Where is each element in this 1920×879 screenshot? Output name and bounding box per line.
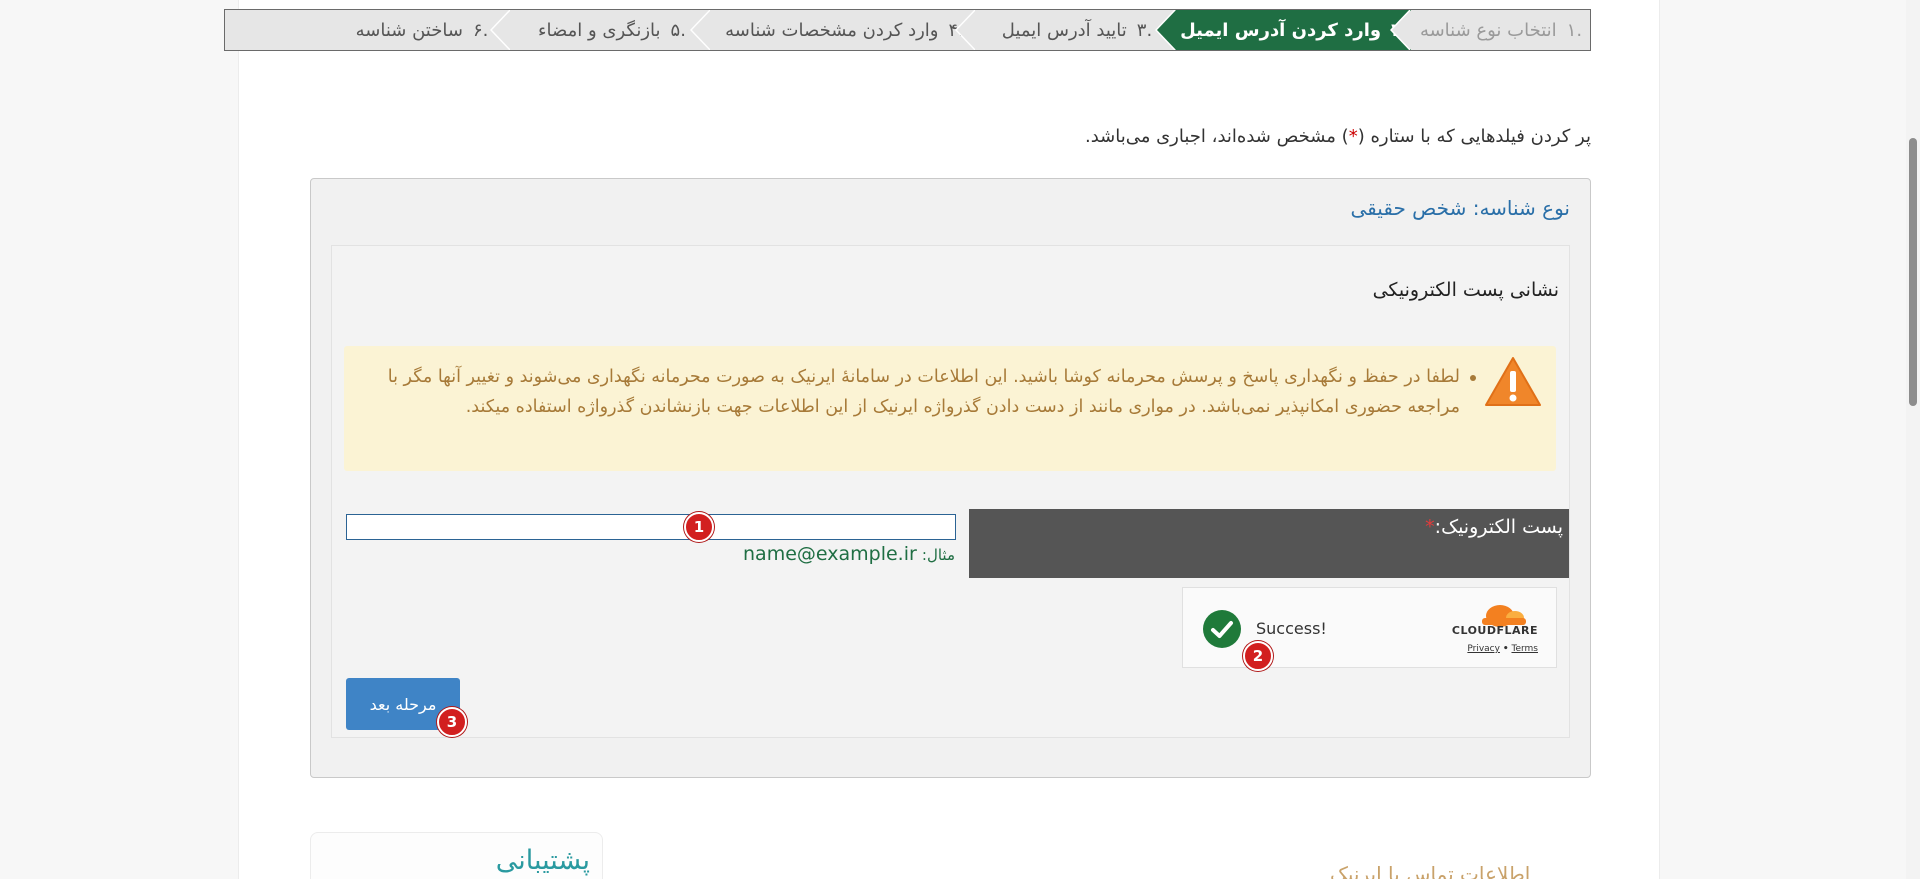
steps-bar: .۱ انتخاب نوع شناسه .۲ وارد کردن آدرس ای… (224, 9, 1591, 51)
step-4-label: وارد کردن مشخصات شناسه (725, 19, 939, 41)
terms-link[interactable]: Terms (1511, 644, 1538, 654)
example-value: name@example.ir (743, 543, 917, 565)
required-fields-note: پر کردن فیلدهایی که با ستاره (*) مشخص شد… (1084, 126, 1591, 147)
marker-2: 2 (1243, 641, 1273, 671)
warning-text: لطفا در حفظ و نگهداری پاسخ و پرسش محرمان… (370, 362, 1476, 422)
step-1-number: .۱ (1566, 19, 1583, 41)
marker-1: 1 (684, 512, 714, 542)
step-5: .۵ بازنگری و امضاء (490, 10, 712, 50)
example-label: مثال: (921, 546, 955, 564)
email-label-cell: پست الکترونیک:* (969, 509, 1569, 578)
support-card: پشتیبانی (310, 832, 603, 879)
step-1-label: انتخاب نوع شناسه (1419, 19, 1557, 41)
support-title: پشتیبانی (495, 845, 590, 876)
section-label: نشانی پست الکترونیکی (1372, 279, 1559, 301)
captcha-status: Success! (1256, 619, 1327, 638)
privacy-link[interactable]: Privacy (1467, 644, 1500, 654)
cloudflare-captcha[interactable]: Success! CLOUDFLARE Privacy • Terms (1182, 587, 1557, 668)
scrollbar[interactable] (1906, 0, 1920, 879)
step-1: .۱ انتخاب نوع شناسه (1390, 10, 1590, 50)
step-6: .۶ ساختن شناسه (332, 10, 512, 50)
marker-3: 3 (437, 707, 467, 737)
step-6-number: .۶ (472, 19, 489, 41)
step-3-number: .۳ (1136, 19, 1153, 41)
email-example: مثال: name@example.ir (743, 543, 955, 565)
step-6-label: ساختن شناسه (355, 19, 463, 41)
success-check-icon (1203, 610, 1241, 648)
step-2-label: وارد کردن آدرس ایمیل (1180, 19, 1382, 41)
required-star: * (1348, 126, 1358, 147)
email-label: پست الکترونیک:* (1425, 516, 1563, 538)
panel-title: نوع شناسه: شخص حقیقی (1350, 196, 1570, 220)
email-required-star: * (1425, 516, 1435, 538)
step-3-label: تایید آدرس ایمیل (1001, 19, 1127, 41)
warning-icon (1485, 357, 1541, 406)
email-section: نشانی پست الکترونیکی لطفا در حفظ و نگهدا… (331, 245, 1570, 738)
step-5-number: .۵ (670, 19, 686, 41)
step-4: .۴ وارد کردن مشخصات شناسه (690, 10, 977, 50)
step-5-label: بازنگری و امضاء (538, 19, 661, 41)
footer-contact-title: اطلاعات تماس با ایرنیک (1330, 862, 1531, 879)
step-2-active: .۲ وارد کردن آدرس ایمیل (1155, 10, 1412, 50)
email-input[interactable] (346, 514, 956, 540)
captcha-links: Privacy • Terms (1467, 644, 1538, 654)
captcha-brand: CLOUDFLARE (1451, 624, 1538, 637)
step-3: .۳ تایید آدرس ایمیل (955, 10, 1177, 50)
identity-panel: نوع شناسه: شخص حقیقی نشانی پست الکترونیک… (310, 178, 1591, 778)
warning-box: لطفا در حفظ و نگهداری پاسخ و پرسش محرمان… (344, 346, 1556, 471)
scrollbar-thumb[interactable] (1909, 138, 1917, 406)
